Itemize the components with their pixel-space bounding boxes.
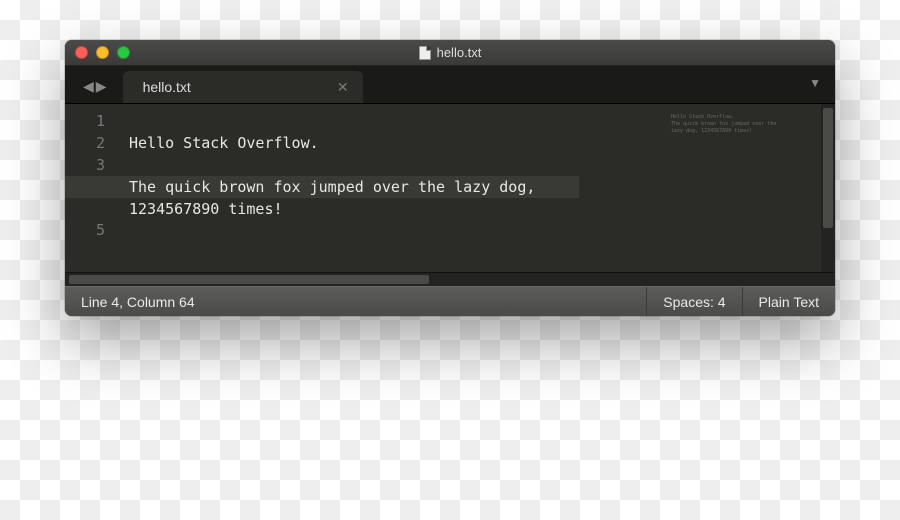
status-bar: Line 4, Column 64 Spaces: 4 Plain Text	[65, 286, 835, 316]
tab-strip: ◀ ▶ hello.txt ✕ ▼	[65, 66, 835, 104]
tab-history-nav: ◀ ▶	[65, 78, 123, 103]
close-window-button[interactable]	[75, 46, 88, 59]
vertical-scrollbar[interactable]	[821, 104, 835, 272]
horizontal-scrollbar[interactable]	[65, 272, 835, 286]
window-title: hello.txt	[437, 45, 482, 60]
code-line	[119, 154, 671, 176]
titlebar[interactable]: hello.txt	[65, 40, 835, 66]
status-syntax[interactable]: Plain Text	[743, 287, 835, 316]
minimap-line: Hello Stack Overflow.	[671, 114, 811, 121]
tab-label: hello.txt	[143, 79, 191, 95]
window-controls	[65, 46, 130, 59]
tab-overflow-icon[interactable]: ▼	[809, 76, 821, 90]
editor-window: hello.txt ◀ ▶ hello.txt ✕ ▼ 1 2 3 4 5 He…	[65, 40, 835, 316]
vertical-scroll-thumb[interactable]	[823, 108, 833, 228]
nav-back-icon[interactable]: ◀	[83, 78, 94, 95]
gutter-line: 2	[65, 132, 119, 154]
titlebar-title-group: hello.txt	[65, 45, 835, 60]
gutter-line: 5	[65, 198, 119, 242]
tab-active[interactable]: hello.txt ✕	[123, 71, 363, 103]
minimap[interactable]: Hello Stack Overflow. The quick brown fo…	[671, 104, 821, 272]
code-line	[119, 110, 671, 132]
status-cursor-position[interactable]: Line 4, Column 64	[65, 287, 647, 316]
tab-close-icon[interactable]: ✕	[337, 79, 349, 96]
gutter-line: 3	[65, 154, 119, 176]
editor-area: 1 2 3 4 5 Hello Stack Overflow. The quic…	[65, 104, 835, 272]
horizontal-scroll-thumb[interactable]	[69, 275, 429, 284]
minimap-line: The quick brown fox jumped over the	[671, 121, 811, 128]
document-icon	[419, 46, 431, 60]
code-line: Hello Stack Overflow.	[119, 132, 671, 154]
minimap-line: lazy dog, 1234567890 times!	[671, 128, 811, 135]
gutter-line: 1	[65, 110, 119, 132]
minimize-window-button[interactable]	[96, 46, 109, 59]
nav-forward-icon[interactable]: ▶	[96, 78, 107, 95]
code-area[interactable]: Hello Stack Overflow. The quick brown fo…	[119, 104, 671, 272]
status-indentation[interactable]: Spaces: 4	[647, 287, 742, 316]
code-line	[119, 220, 671, 242]
zoom-window-button[interactable]	[117, 46, 130, 59]
code-line-current: The quick brown fox jumped over the lazy…	[119, 176, 579, 220]
